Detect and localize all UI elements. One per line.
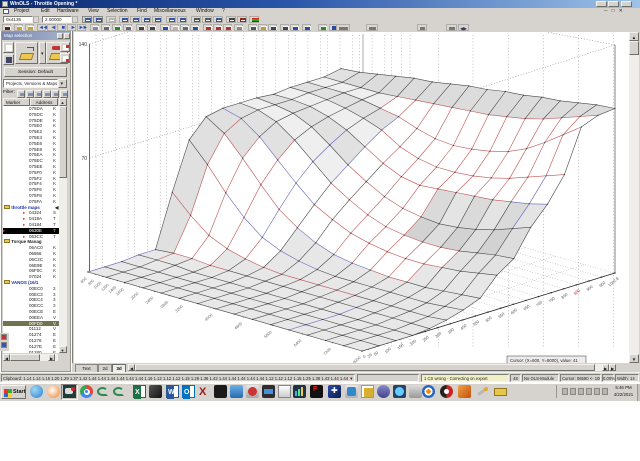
svg-text:70: 70 xyxy=(81,156,87,162)
svg-text:600: 600 xyxy=(510,307,519,316)
svg-text:4000: 4000 xyxy=(204,312,215,322)
svg-text:400: 400 xyxy=(459,322,468,331)
svg-text:100: 100 xyxy=(384,346,393,355)
svg-text:550: 550 xyxy=(497,311,506,320)
svg-text:900: 900 xyxy=(585,283,594,292)
svg-text:800: 800 xyxy=(560,291,569,300)
svg-text:450: 450 xyxy=(472,318,481,327)
svg-text:250: 250 xyxy=(421,334,430,343)
svg-text:300: 300 xyxy=(434,330,443,339)
svg-text:3200: 3200 xyxy=(174,303,185,313)
svg-text:140: 140 xyxy=(79,42,88,48)
svg-text:5600: 5600 xyxy=(263,329,274,339)
svg-text:2800: 2800 xyxy=(159,299,170,309)
svg-text:500: 500 xyxy=(484,315,493,324)
svg-text:50: 50 xyxy=(373,350,380,357)
svg-text:850: 850 xyxy=(573,287,582,296)
svg-text:650: 650 xyxy=(522,303,531,312)
svg-text:750: 750 xyxy=(548,295,557,304)
svg-text:7200: 7200 xyxy=(322,346,333,356)
svg-text:350: 350 xyxy=(447,326,456,335)
svg-text:2000: 2000 xyxy=(130,290,141,300)
svg-text:4800: 4800 xyxy=(233,320,244,330)
svg-text:950: 950 xyxy=(598,280,607,289)
svg-text:150: 150 xyxy=(396,342,405,351)
svg-text:1002.8: 1002.8 xyxy=(607,275,620,287)
svg-text:2400: 2400 xyxy=(144,295,155,305)
svg-text:8000: 8000 xyxy=(352,355,363,363)
svg-text:6400: 6400 xyxy=(293,337,304,347)
svg-text:700: 700 xyxy=(535,299,544,308)
